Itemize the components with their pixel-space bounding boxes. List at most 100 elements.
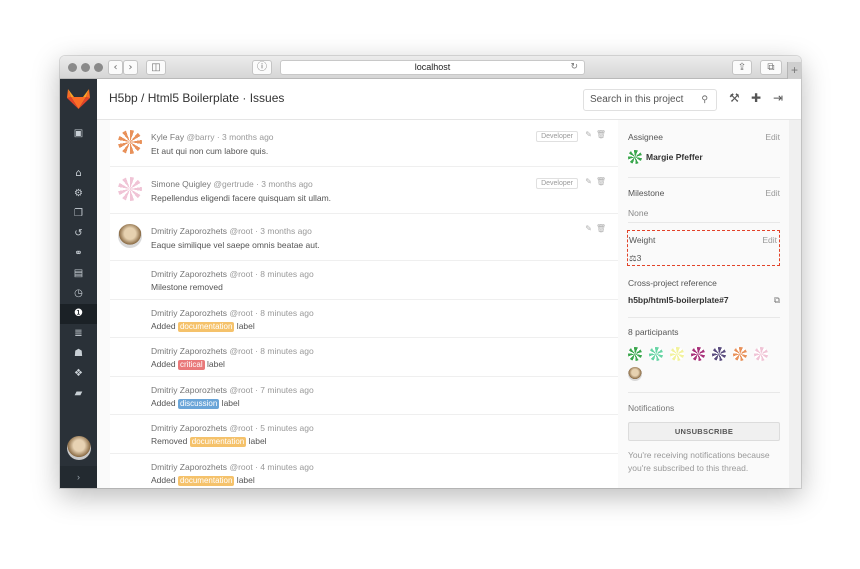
event-time: · 5 minutes ago <box>255 423 314 433</box>
milestone-icon[interactable]: ◷ <box>60 284 97 304</box>
assignee-name[interactable]: Margie Pfeffer <box>646 152 703 162</box>
issue-sidebar: Assignee Edit Margie Pfeffer Milestone E… <box>619 120 789 488</box>
event-author[interactable]: Dmitriy Zaporozhets <box>151 269 227 279</box>
edit-icon[interactable]: ✎ <box>585 177 592 186</box>
participant-avatar[interactable] <box>628 347 642 361</box>
event-suffix: label <box>204 359 225 369</box>
trash-icon[interactable]: 🗑 <box>596 224 606 233</box>
label-badge[interactable]: discussion <box>177 398 220 409</box>
participant-avatar[interactable] <box>670 347 684 361</box>
members-icon[interactable]: ☗ <box>60 344 97 364</box>
note-author[interactable]: Kyle Fay <box>151 132 184 142</box>
page-title[interactable]: H5bp / Html5 Boilerplate · Issues <box>109 91 284 105</box>
participant-avatar[interactable] <box>628 367 642 381</box>
sign-out-icon[interactable]: ⇥ <box>773 91 783 105</box>
labels-icon[interactable]: ❖ <box>60 364 97 384</box>
label-badge[interactable]: documentation <box>177 321 235 332</box>
event-handle[interactable]: @root <box>229 385 252 395</box>
event-text: Milestone removed <box>151 282 223 292</box>
note-author[interactable]: Simone Quigley <box>151 179 211 189</box>
unsubscribe-button[interactable]: UNSUBSCRIBE <box>628 422 780 441</box>
trash-icon[interactable]: 🗑 <box>596 130 606 139</box>
event-author[interactable]: Dmitriy Zaporozhets <box>151 346 227 356</box>
new-plus-icon[interactable]: ✚ <box>751 91 761 105</box>
event-handle[interactable]: @root <box>229 462 252 472</box>
event-time: · 7 minutes ago <box>255 384 314 395</box>
label-badge[interactable]: documentation <box>189 437 247 447</box>
group-icon[interactable]: ⚙ <box>60 184 97 204</box>
history-icon[interactable]: ↺ <box>60 224 97 244</box>
label-badge[interactable]: critical <box>177 360 205 370</box>
back-button[interactable]: ‹ <box>108 60 123 75</box>
issues-icon[interactable]: ❶ <box>60 304 97 324</box>
event-item: Dmitriy Zaporozhets @root · 7 minutes ag… <box>110 377 618 415</box>
reload-icon[interactable]: ↻ <box>570 61 578 74</box>
note-handle[interactable]: @gertrude <box>213 179 253 189</box>
note-item: Simone Quigley @gertrude · 3 months ago … <box>110 167 618 214</box>
zoom-window-icon[interactable] <box>94 63 103 72</box>
participant-avatar[interactable] <box>712 347 726 361</box>
merge-requests-icon[interactable]: ≣ <box>60 324 97 344</box>
note-handle[interactable]: @root <box>229 226 252 236</box>
new-tab-button[interactable]: + <box>787 62 801 79</box>
avatar[interactable] <box>118 130 142 154</box>
search-input[interactable]: Search in this project ⚲ <box>583 89 717 111</box>
trash-icon[interactable]: 🗑 <box>596 177 606 186</box>
search-icon: ⚲ <box>701 95 708 105</box>
event-suffix: label <box>219 397 240 408</box>
event-time: · 8 minutes ago <box>255 307 314 318</box>
edit-icon[interactable]: ✎ <box>585 130 592 139</box>
copy-icon[interactable]: ⧉ <box>774 295 780 306</box>
assignee-edit-link[interactable]: Edit <box>765 132 780 142</box>
graph-icon[interactable]: ▤ <box>60 264 97 284</box>
address-bar[interactable]: localhost ↻ <box>280 60 585 75</box>
show-tabs-icon[interactable]: ⧉ <box>760 60 782 75</box>
avatar[interactable] <box>118 177 142 201</box>
close-window-icon[interactable] <box>68 63 77 72</box>
sidebar-nav: ▣ ⌂ ⚙ ❐ ↺ ⚭ ▤ ◷ ❶ ≣ ☗ ❖ ▰ › <box>60 79 97 488</box>
note-handle[interactable]: @barry <box>186 132 214 142</box>
minimize-window-icon[interactable] <box>81 63 90 72</box>
note-author[interactable]: Dmitriy Zaporozhets <box>151 226 227 236</box>
privacy-shield-icon[interactable]: ⓘ <box>252 60 272 75</box>
note-text: Eaque similique vel saepe omnis beatae a… <box>151 240 320 250</box>
assignee-avatar[interactable] <box>628 150 642 164</box>
browser-window: ‹ › ◫ ⓘ localhost ↻ ⇪ ⧉ + ▣ ⌂ ⚙ ❐ ↺ ⚭ ▤ ◷ ❶ ≣ ☗ ❖ ▰ … <box>60 56 801 488</box>
network-icon[interactable]: ⚭ <box>60 244 97 264</box>
label-badge[interactable]: documentation <box>177 475 235 486</box>
user-avatar[interactable] <box>67 436 91 460</box>
event-text: Added discussion label <box>151 398 240 409</box>
event-author[interactable]: Dmitriy Zaporozhets <box>151 423 227 433</box>
event-handle[interactable]: @root <box>229 308 252 318</box>
participant-avatar[interactable] <box>733 347 747 361</box>
avatar[interactable] <box>118 224 142 248</box>
weight-edit-link[interactable]: Edit <box>762 235 777 245</box>
admin-wrench-icon[interactable]: ⚒ <box>729 91 740 105</box>
weight-label: Weight <box>629 235 656 245</box>
edit-icon[interactable]: ✎ <box>585 224 592 233</box>
weight-value: 3 <box>636 253 642 263</box>
event-handle[interactable]: @root <box>229 269 252 279</box>
event-handle[interactable]: @root <box>229 423 252 433</box>
activity-icon[interactable]: ▣ <box>60 124 97 144</box>
milestone-edit-link[interactable]: Edit <box>765 188 780 198</box>
event-author[interactable]: Dmitriy Zaporozhets <box>151 308 227 318</box>
divider <box>628 222 780 223</box>
wiki-icon[interactable]: ▰ <box>60 384 97 404</box>
participant-avatar[interactable] <box>649 347 663 361</box>
collapse-sidebar-button[interactable]: › <box>60 466 97 488</box>
event-handle[interactable]: @root <box>229 346 252 356</box>
sidebar-toggle-icon[interactable]: ◫ <box>146 60 166 75</box>
note-time: · 3 months ago <box>216 132 274 142</box>
forward-button[interactable]: › <box>123 60 138 75</box>
gitlab-logo[interactable] <box>60 79 97 119</box>
event-author[interactable]: Dmitriy Zaporozhets <box>151 462 227 472</box>
files-icon[interactable]: ❐ <box>60 204 97 224</box>
participant-avatar[interactable] <box>691 347 705 361</box>
participant-avatar[interactable] <box>754 347 768 361</box>
share-icon[interactable]: ⇪ <box>732 60 752 75</box>
event-author[interactable]: Dmitriy Zaporozhets <box>151 385 227 395</box>
scrollbar[interactable] <box>789 120 801 488</box>
home-icon[interactable]: ⌂ <box>60 164 97 184</box>
event-suffix: label <box>234 474 255 485</box>
